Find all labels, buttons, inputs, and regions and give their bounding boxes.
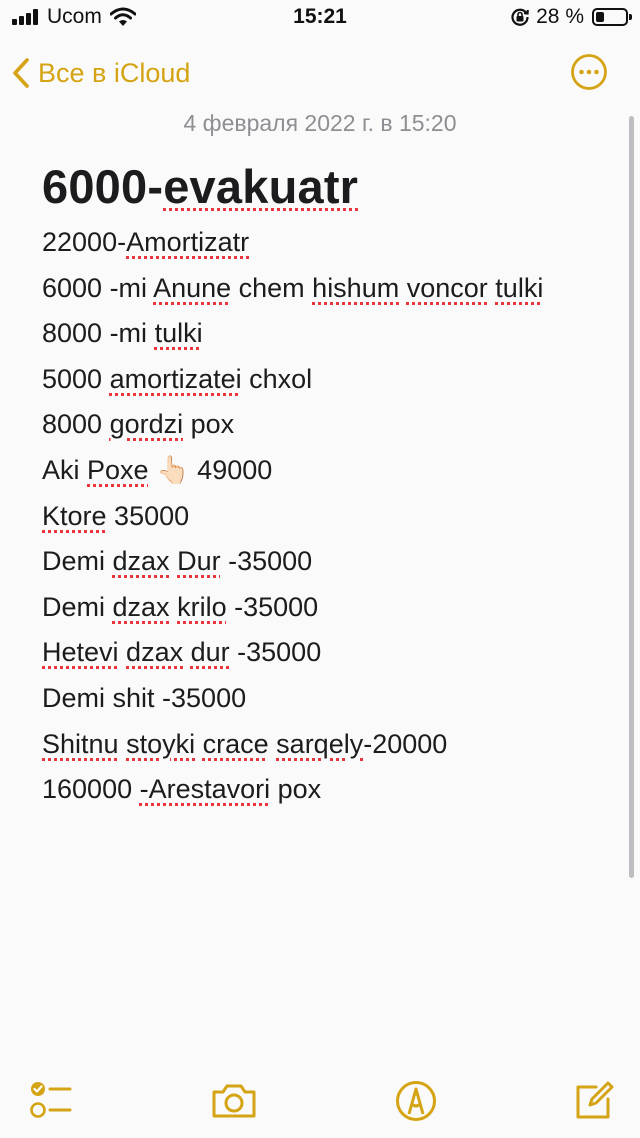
misspelled-word: amortizatei bbox=[109, 363, 242, 394]
note-text: 👆🏻 49000 bbox=[148, 454, 273, 485]
note-line[interactable]: Shitnu stoyki crace sarqely-20000 bbox=[42, 722, 622, 768]
note-text: 35000 bbox=[106, 500, 190, 531]
note-text bbox=[119, 729, 127, 759]
note-text bbox=[170, 546, 178, 576]
status-bar: Ucom 15:21 28 % bbox=[0, 0, 640, 36]
note-text bbox=[195, 729, 203, 759]
ellipsis-circle-icon bbox=[571, 54, 607, 90]
note-text: Demi bbox=[42, 591, 113, 622]
markup-button[interactable] bbox=[392, 1077, 440, 1125]
chevron-left-icon bbox=[13, 58, 29, 88]
misspelled-word: hishum bbox=[312, 272, 400, 303]
note-text: -35000 bbox=[220, 546, 313, 577]
note-date: 4 февраля 2022 г. в 15:20 bbox=[183, 110, 457, 136]
note-text: 8000 -mi bbox=[42, 318, 155, 349]
note-line[interactable]: Demi shit -35000 bbox=[42, 676, 622, 722]
compose-button[interactable] bbox=[570, 1077, 618, 1125]
camera-button[interactable] bbox=[210, 1077, 258, 1125]
note-body[interactable]: 6000-evakuatr 22000-Amortizatr 6000 -mi A… bbox=[42, 158, 622, 813]
back-button[interactable]: Все в iCloud bbox=[12, 52, 190, 94]
note-line[interactable]: 22000-Amortizatr bbox=[42, 220, 622, 266]
note-text bbox=[119, 637, 127, 667]
note-text: pox bbox=[270, 774, 322, 805]
note-text: 6000- bbox=[42, 160, 164, 213]
misspelled-word: dzax bbox=[126, 637, 184, 668]
note-line[interactable]: 8000 gordzi pox bbox=[42, 402, 622, 448]
note-text: Aki bbox=[42, 454, 88, 485]
note-text: 6000 -mi bbox=[42, 272, 154, 303]
misspelled-word: stoyki bbox=[126, 728, 196, 759]
markup-pen-icon bbox=[396, 1081, 436, 1121]
checklist-button[interactable] bbox=[26, 1077, 74, 1125]
note-text bbox=[399, 273, 407, 303]
misspelled-word: dzax bbox=[112, 546, 170, 577]
note-line[interactable]: 8000 -mi tulki bbox=[42, 311, 622, 357]
note-text: 22000- bbox=[42, 227, 127, 257]
misspelled-word: Ktore bbox=[42, 500, 107, 531]
note-line[interactable]: Demi dzax Dur -35000 bbox=[42, 539, 622, 585]
compose-icon bbox=[576, 1081, 614, 1119]
misspelled-word: tulki bbox=[154, 318, 203, 349]
misspelled-word: Shitnu bbox=[42, 728, 119, 759]
camera-icon bbox=[212, 1084, 256, 1118]
note-line[interactable]: Aki Poxe 👆🏻 49000 bbox=[42, 448, 622, 494]
misspelled-word: Amortizatr bbox=[126, 227, 250, 257]
note-text: -35000 bbox=[226, 591, 319, 622]
battery-icon bbox=[592, 8, 632, 26]
misspelled-word: Dur bbox=[177, 546, 221, 577]
battery-percent: 28 % bbox=[536, 5, 584, 28]
misspelled-word: -Arestavori bbox=[139, 774, 271, 805]
note-text: chxol bbox=[241, 363, 313, 394]
misspelled-word: Anune bbox=[153, 272, 232, 303]
back-label: Все в iCloud bbox=[38, 57, 191, 88]
note-line[interactable]: 160000 -Arestavori pox bbox=[42, 767, 622, 813]
note-text: pox bbox=[183, 409, 235, 440]
misspelled-word: Poxe bbox=[87, 454, 149, 485]
note-text: Demi shit -35000 bbox=[42, 682, 247, 713]
note-line[interactable]: Hetevi dzax dur -35000 bbox=[42, 630, 622, 676]
misspelled-word: gordzi bbox=[109, 409, 184, 440]
scroll-indicator[interactable] bbox=[629, 116, 634, 878]
orientation-lock-icon bbox=[511, 8, 530, 26]
checklist-icon bbox=[30, 1082, 72, 1118]
battery-level bbox=[596, 12, 604, 22]
note-text: chem bbox=[231, 272, 313, 303]
misspelled-word: Hetevi bbox=[42, 637, 119, 668]
misspelled-word: evakuatr bbox=[163, 160, 359, 213]
note-line[interactable]: 5000 amortizatei chxol bbox=[42, 357, 622, 403]
note-text: 160000 bbox=[42, 774, 140, 805]
misspelled-word: dzax bbox=[112, 591, 170, 622]
misspelled-word: crace bbox=[202, 728, 269, 759]
misspelled-word: sarqely bbox=[276, 728, 364, 759]
note-text: Demi bbox=[42, 546, 113, 577]
note-text: -20000 bbox=[363, 728, 448, 759]
note-text bbox=[170, 592, 178, 622]
note-lines: 22000-Amortizatr 6000 -mi Anune chem hish… bbox=[42, 220, 622, 813]
note-line[interactable]: Ktore 35000 bbox=[42, 494, 622, 540]
misspelled-word: dur bbox=[190, 637, 230, 668]
misspelled-word: krilo bbox=[177, 591, 227, 622]
note-text: 5000 bbox=[42, 363, 110, 394]
misspelled-word: voncor bbox=[406, 272, 488, 303]
notes-screen: Ucom 15:21 28 % Все в iCloud 4 февраля 2… bbox=[0, 0, 640, 1138]
more-button[interactable] bbox=[570, 53, 608, 91]
note-text: 8000 bbox=[42, 409, 110, 440]
note-text bbox=[183, 637, 191, 667]
note-title[interactable]: 6000-evakuatr bbox=[42, 158, 622, 220]
note-line[interactable]: Demi dzax krilo -35000 bbox=[42, 585, 622, 631]
misspelled-word: tulki bbox=[495, 272, 544, 303]
note-text: -35000 bbox=[229, 637, 322, 668]
note-line[interactable]: 6000 -mi Anune chem hishum voncor tulki bbox=[42, 266, 622, 312]
